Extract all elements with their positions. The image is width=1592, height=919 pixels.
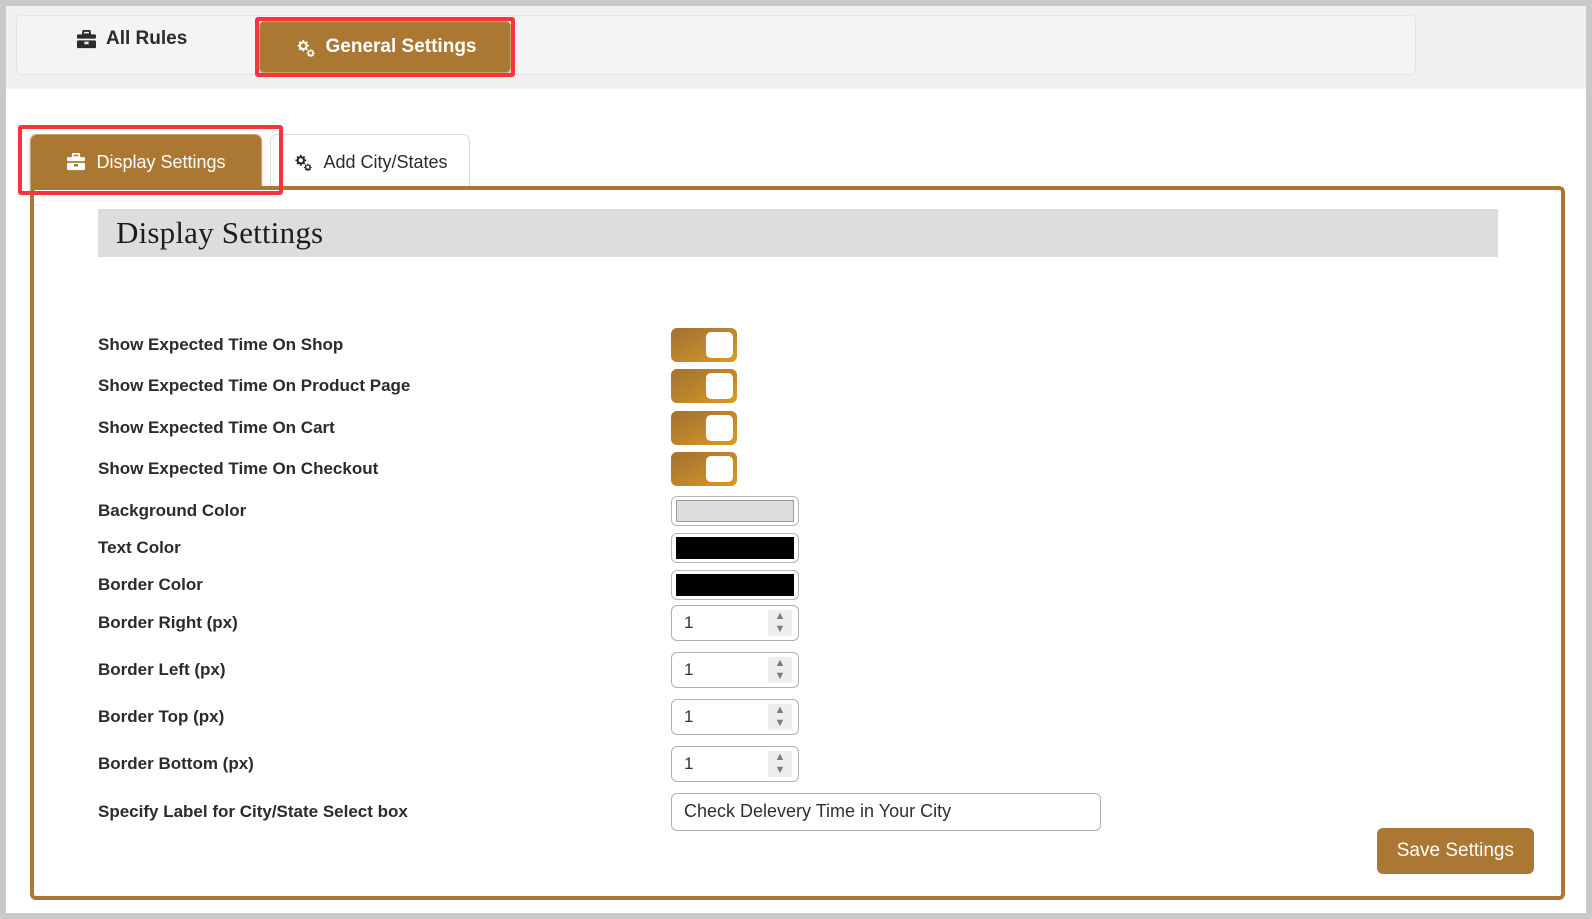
chevron-down-icon[interactable]: ▼ — [775, 623, 786, 635]
field-control — [671, 410, 737, 445]
field-label: Border Color — [98, 574, 203, 594]
number-stepper[interactable]: 1 ▲ ▼ — [671, 604, 799, 641]
number-value: 1 — [684, 753, 694, 773]
field-label: Border Top (px) — [98, 706, 225, 726]
save-settings-button[interactable]: Save Settings — [1376, 828, 1534, 874]
toggle-knob — [706, 414, 733, 441]
field-control: 1 ▲ ▼ — [671, 745, 799, 782]
briefcase-icon — [66, 153, 86, 171]
sub-tab-add-city-states-label: Add City/States — [323, 151, 448, 172]
briefcase-icon — [76, 29, 97, 49]
color-swatch — [676, 499, 794, 522]
field-label: Background Color — [98, 500, 247, 520]
stepper-arrows[interactable]: ▲ ▼ — [768, 656, 792, 683]
plugin-settings-window: All Rules General Settings Display Setti… — [6, 6, 1586, 913]
number-value: 1 — [684, 706, 694, 726]
toggle-knob — [706, 372, 733, 399]
sub-tab-display-settings[interactable]: Display Settings — [30, 134, 262, 189]
stepper-arrows[interactable]: ▲ ▼ — [768, 609, 792, 636]
chevron-down-icon[interactable]: ▼ — [775, 717, 786, 729]
field-label: Specify Label for City/State Select box — [98, 801, 408, 821]
number-stepper[interactable]: 1 ▲ ▼ — [671, 651, 799, 688]
field-label: Show Expected Time On Checkout — [98, 458, 379, 478]
chevron-up-icon[interactable]: ▲ — [775, 610, 786, 622]
settings-row: Border Right (px) 1 ▲ ▼ — [34, 602, 1561, 643]
field-label: Show Expected Time On Cart — [98, 417, 335, 437]
field-label: Border Right (px) — [98, 612, 238, 632]
color-picker-input[interactable] — [671, 495, 799, 526]
settings-row: Specify Label for City/State Select box C… — [34, 791, 1561, 832]
display-settings-panel: Display Settings Show Expected Time On S… — [30, 186, 1565, 900]
field-label: Border Bottom (px) — [98, 753, 254, 773]
top-header-band: All Rules General Settings — [6, 6, 1586, 89]
settings-row: Background Color — [34, 490, 1561, 531]
settings-row: Border Bottom (px) 1 ▲ ▼ — [34, 743, 1561, 784]
settings-row: Show Expected Time On Checkout — [34, 448, 1561, 489]
toggle-switch[interactable] — [671, 327, 737, 362]
settings-row: Show Expected Time On Shop — [34, 324, 1561, 365]
toggle-knob — [706, 331, 733, 358]
chevron-down-icon[interactable]: ▼ — [775, 764, 786, 776]
field-control: Check Delevery Time in Your City — [671, 792, 1101, 831]
field-control — [671, 327, 737, 362]
settings-row: Show Expected Time On Product Page — [34, 365, 1561, 406]
chevron-down-icon[interactable]: ▼ — [775, 670, 786, 682]
field-control — [671, 451, 737, 486]
city-state-label-input[interactable]: Check Delevery Time in Your City — [671, 792, 1101, 831]
stepper-arrows[interactable]: ▲ ▼ — [768, 703, 792, 730]
tab-general-settings-label: General Settings — [325, 36, 477, 57]
number-value: 1 — [684, 659, 694, 679]
settings-row: Text Color — [34, 527, 1561, 568]
color-picker-input[interactable] — [671, 532, 799, 563]
field-label: Border Left (px) — [98, 659, 226, 679]
field-control: 1 ▲ ▼ — [671, 604, 799, 641]
top-tab-bar — [16, 15, 1416, 75]
page-title-text: Display Settings — [116, 215, 324, 250]
field-control — [671, 569, 799, 600]
field-label: Show Expected Time On Product Page — [98, 375, 411, 395]
number-stepper[interactable]: 1 ▲ ▼ — [671, 745, 799, 782]
chevron-up-icon[interactable]: ▲ — [775, 704, 786, 716]
toggle-switch[interactable] — [671, 368, 737, 403]
tab-general-settings[interactable]: General Settings — [259, 21, 511, 73]
settings-row: Border Left (px) 1 ▲ ▼ — [34, 649, 1561, 690]
toggle-knob — [706, 455, 733, 482]
tab-all-rules-label: All Rules — [106, 28, 188, 49]
cogs-icon — [294, 38, 316, 57]
color-swatch — [676, 536, 794, 559]
chevron-up-icon[interactable]: ▲ — [775, 657, 786, 669]
settings-row: Show Expected Time On Cart — [34, 407, 1561, 448]
sub-tab-display-settings-label: Display Settings — [96, 151, 226, 172]
field-label: Show Expected Time On Shop — [98, 334, 344, 354]
field-label: Text Color — [98, 537, 181, 557]
number-value: 1 — [684, 612, 694, 632]
chevron-up-icon[interactable]: ▲ — [775, 751, 786, 763]
field-control: 1 ▲ ▼ — [671, 651, 799, 688]
toggle-switch[interactable] — [671, 451, 737, 486]
field-control: 1 ▲ ▼ — [671, 698, 799, 735]
color-swatch — [676, 573, 794, 596]
city-state-label-value: Check Delevery Time in Your City — [684, 801, 952, 821]
stepper-arrows[interactable]: ▲ ▼ — [768, 750, 792, 777]
toggle-switch[interactable] — [671, 410, 737, 445]
number-stepper[interactable]: 1 ▲ ▼ — [671, 698, 799, 735]
color-picker-input[interactable] — [671, 569, 799, 600]
field-control — [671, 532, 799, 563]
tab-all-rules[interactable]: All Rules — [76, 28, 187, 50]
sub-tab-add-city-states[interactable]: Add City/States — [270, 134, 470, 189]
settings-row: Border Top (px) 1 ▲ ▼ — [34, 696, 1561, 737]
field-control — [671, 368, 737, 403]
field-control — [671, 495, 799, 526]
page-title: Display Settings — [98, 209, 1498, 257]
cogs-icon — [292, 153, 313, 171]
sub-tab-bar: Display Settings Add City/States — [30, 134, 470, 189]
settings-row: Border Color — [34, 564, 1561, 605]
